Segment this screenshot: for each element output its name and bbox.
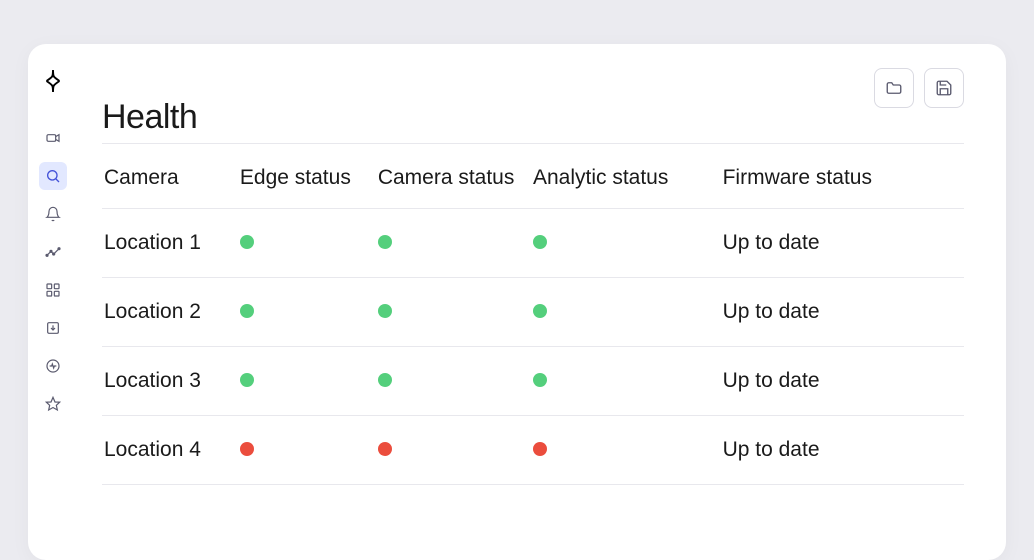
cell-edge xyxy=(240,209,378,278)
chart-icon xyxy=(45,244,61,260)
nav-grid[interactable] xyxy=(39,276,67,304)
cell-camera: Location 3 xyxy=(102,347,240,416)
cell-analytic xyxy=(533,347,723,416)
status-dot-icon xyxy=(240,304,254,318)
nav-cameras[interactable] xyxy=(39,124,67,152)
status-dot-icon xyxy=(240,442,254,456)
grid-icon xyxy=(45,282,61,298)
cell-analytic xyxy=(533,209,723,278)
cell-firmware: Up to date xyxy=(723,416,964,485)
download-icon xyxy=(45,320,61,336)
status-dot-icon xyxy=(533,304,547,318)
cell-camera: Location 1 xyxy=(102,209,240,278)
status-dot-icon xyxy=(533,235,547,249)
folder-button[interactable] xyxy=(874,68,914,108)
app-window: Health Camera xyxy=(28,44,1006,560)
cell-camera_status xyxy=(378,278,533,347)
cell-camera_status xyxy=(378,209,533,278)
header-actions xyxy=(874,68,964,108)
camera-icon xyxy=(45,130,61,146)
bell-icon xyxy=(45,206,61,222)
table-body: Location 1 Up to date Location 2 Up to date… xyxy=(102,209,964,485)
search-icon xyxy=(45,168,61,184)
table-row: Location 3 Up to date xyxy=(102,347,964,416)
status-dot-icon xyxy=(533,373,547,387)
cell-edge xyxy=(240,416,378,485)
col-header-edge: Edge status xyxy=(240,144,378,209)
main-content: Health Camera xyxy=(78,44,1006,560)
cell-analytic xyxy=(533,278,723,347)
nav-download[interactable] xyxy=(39,314,67,342)
status-dot-icon xyxy=(240,235,254,249)
nav-analytics[interactable] xyxy=(39,238,67,266)
save-button[interactable] xyxy=(924,68,964,108)
logo-icon xyxy=(40,68,66,94)
cell-edge xyxy=(240,278,378,347)
activity-icon xyxy=(45,358,61,374)
status-dot-icon xyxy=(378,442,392,456)
nav-notifications[interactable] xyxy=(39,200,67,228)
cell-camera_status xyxy=(378,347,533,416)
cell-analytic xyxy=(533,416,723,485)
status-dot-icon xyxy=(378,304,392,318)
col-header-analytic: Analytic status xyxy=(533,144,723,209)
cell-edge xyxy=(240,347,378,416)
health-table: Camera Edge status Camera status Analyti… xyxy=(102,143,964,485)
cell-firmware: Up to date xyxy=(723,209,964,278)
cell-camera: Location 2 xyxy=(102,278,240,347)
table-header-row: Camera Edge status Camera status Analyti… xyxy=(102,144,964,209)
cell-firmware: Up to date xyxy=(723,278,964,347)
cell-firmware: Up to date xyxy=(723,347,964,416)
page-title: Health xyxy=(102,98,197,137)
table-row: Location 4 Up to date xyxy=(102,416,964,485)
save-icon xyxy=(935,79,953,97)
col-header-camera-status: Camera status xyxy=(378,144,533,209)
nav-health[interactable] xyxy=(39,352,67,380)
table-row: Location 1 Up to date xyxy=(102,209,964,278)
table-row: Location 2 Up to date xyxy=(102,278,964,347)
status-dot-icon xyxy=(378,235,392,249)
status-dot-icon xyxy=(533,442,547,456)
cell-camera: Location 4 xyxy=(102,416,240,485)
page-header: Health xyxy=(102,68,964,137)
folder-icon xyxy=(885,79,903,97)
nav-favorites[interactable] xyxy=(39,390,67,418)
sidebar xyxy=(28,44,78,560)
col-header-firmware: Firmware status xyxy=(723,144,964,209)
star-icon xyxy=(45,396,61,412)
cell-camera_status xyxy=(378,416,533,485)
nav-search[interactable] xyxy=(39,162,67,190)
status-dot-icon xyxy=(378,373,392,387)
app-logo xyxy=(38,66,68,96)
status-dot-icon xyxy=(240,373,254,387)
col-header-camera: Camera xyxy=(102,144,240,209)
